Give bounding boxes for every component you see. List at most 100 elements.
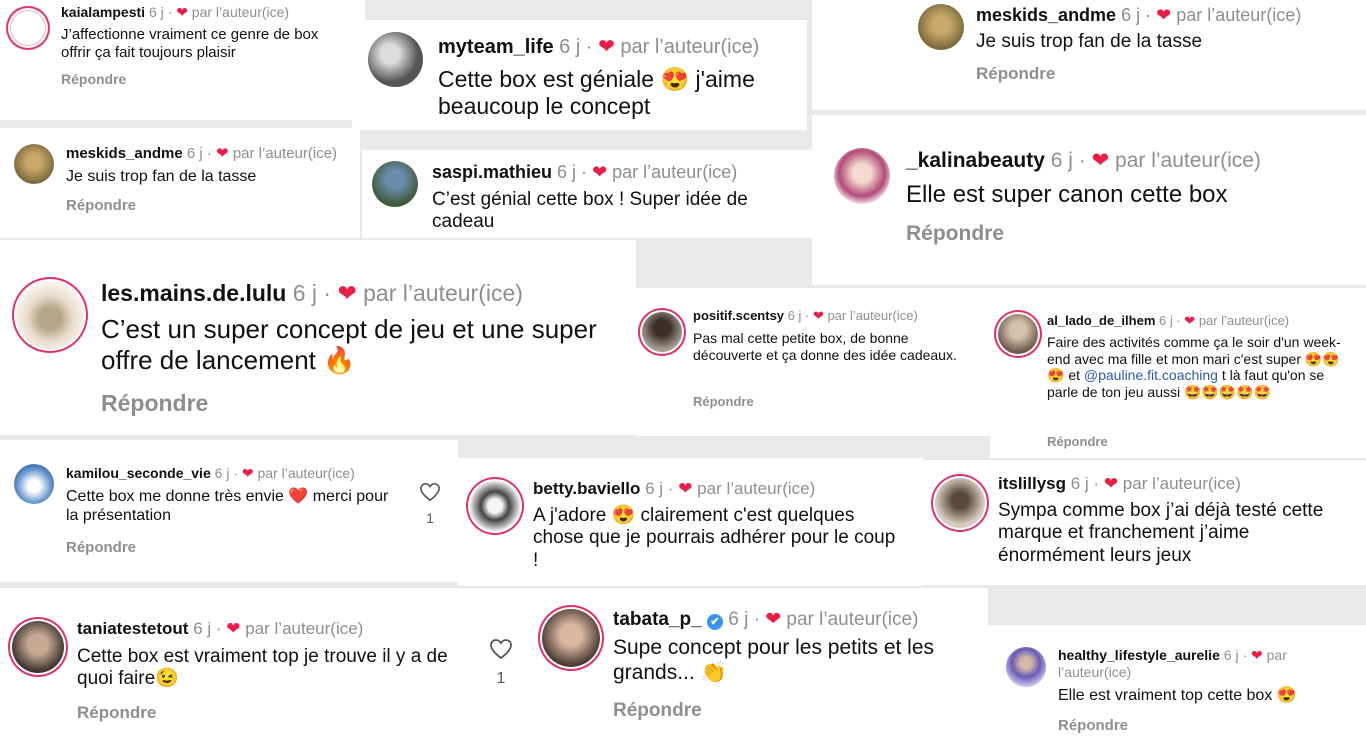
- avatar[interactable]: [998, 314, 1038, 354]
- heart-icon: ❤: [1091, 149, 1110, 172]
- username[interactable]: positif.scentsy: [693, 308, 784, 323]
- avatar[interactable]: [368, 32, 423, 87]
- avatar[interactable]: [10, 10, 46, 46]
- timestamp: 6 j ·: [1066, 474, 1104, 493]
- like-heart-icon[interactable]: [489, 638, 513, 660]
- username[interactable]: kamilou_seconde_vie: [66, 465, 211, 481]
- comment-header: myteam_life 6 j · ❤ par l’auteur(ice): [438, 34, 759, 59]
- comment-card-tabata_p_: tabata_p_ ✔ 6 j · ❤ par l’auteur(ice) Su…: [528, 588, 988, 750]
- heart-icon: ❤: [226, 619, 241, 638]
- author-like-label: par l’auteur(ice): [356, 280, 523, 306]
- avatar[interactable]: [935, 478, 985, 528]
- timestamp: 6 j ·: [182, 145, 217, 162]
- reply-button[interactable]: Répondre: [61, 71, 126, 87]
- comment-header: les.mains.de.lulu 6 j · ❤ par l’auteur(i…: [101, 280, 523, 307]
- heart-icon: ❤: [216, 145, 229, 162]
- comment-text: Sympa comme box j’ai déjà testé cette ma…: [998, 500, 1324, 566]
- comment-card-myteam_life: myteam_life 6 j · ❤ par l’auteur(ice) Ce…: [352, 20, 807, 130]
- author-like-label: par l’auteur(ice): [187, 4, 290, 20]
- reply-button[interactable]: Répondre: [613, 700, 702, 722]
- avatar[interactable]: [14, 464, 54, 504]
- reply-button[interactable]: Répondre: [906, 222, 1004, 246]
- comment-header: _kalinabeauty 6 j · ❤ par l’auteur(ice): [906, 148, 1261, 173]
- timestamp: 6 j ·: [722, 609, 766, 630]
- avatar[interactable]: [470, 481, 520, 531]
- author-like-label: par l’auteur(ice): [607, 162, 738, 182]
- reply-button[interactable]: Répondre: [1058, 717, 1128, 734]
- heart-icon: ❤: [1251, 647, 1263, 663]
- avatar[interactable]: [642, 312, 682, 352]
- comment-card-kaialampesti: kaialampesti 6 j · ❤ par l’auteur(ice) J…: [0, 0, 365, 120]
- heart-icon: ❤: [1184, 313, 1196, 328]
- comment-card-meskids_andme-top: meskids_andme 6 j · ❤ par l’auteur(ice) …: [812, 0, 1366, 110]
- timestamp: 6 j ·: [552, 162, 593, 182]
- heart-icon: ❤: [765, 609, 782, 630]
- like-heart-icon[interactable]: [419, 482, 441, 502]
- author-like-label: par l’auteur(ice): [1195, 313, 1290, 328]
- username[interactable]: meskids_andme: [66, 145, 183, 162]
- reply-button[interactable]: Répondre: [101, 390, 208, 417]
- timestamp: 6 j ·: [1219, 647, 1251, 663]
- comment-card-saspi.mathieu: saspi.mathieu 6 j · ❤ par l’auteur(ice) …: [362, 150, 812, 238]
- like-button[interactable]: 1: [485, 638, 517, 688]
- username[interactable]: healthy_lifestyle_aurelie: [1058, 647, 1220, 663]
- comment-header: betty.baviello 6 j · ❤ par l’auteur(ice): [533, 479, 815, 499]
- avatar[interactable]: [372, 161, 418, 207]
- username[interactable]: les.mains.de.lulu: [101, 280, 286, 306]
- timestamp: 6 j ·: [640, 479, 679, 498]
- comment-header: itslillysg 6 j · ❤ par l’auteur(ice): [998, 474, 1241, 494]
- author-like-label: par l’auteur(ice): [823, 308, 918, 323]
- timestamp: 6 j ·: [553, 36, 599, 58]
- comment-header: healthy_lifestyle_aurelie 6 j · ❤ par l’…: [1058, 647, 1328, 681]
- username[interactable]: _kalinabeauty: [906, 149, 1045, 172]
- comment-card-al_lado_de_ilhem: al_lado_de_ilhem 6 j · ❤ par l’auteur(ic…: [990, 288, 1366, 458]
- reply-button[interactable]: Répondre: [77, 703, 156, 723]
- reply-button[interactable]: Répondre: [66, 197, 136, 214]
- comment-text: Cette box est vraiment top je trouve il …: [77, 646, 448, 690]
- author-like-label: par l’auteur(ice): [692, 479, 816, 498]
- author-like-label: par l’auteur(ice): [1171, 5, 1302, 25]
- comment-header: positif.scentsy 6 j · ❤ par l’auteur(ice…: [693, 308, 918, 324]
- username[interactable]: myteam_life: [438, 36, 554, 58]
- username[interactable]: meskids_andme: [976, 5, 1116, 25]
- username[interactable]: tabata_p_: [613, 609, 702, 630]
- avatar[interactable]: [1006, 647, 1046, 687]
- comment-text: Cette box est géniale 😍 j'aime beaucoup …: [438, 66, 755, 120]
- timestamp: 6 j ·: [1044, 149, 1092, 172]
- timestamp: 6 j ·: [784, 308, 813, 323]
- reply-button[interactable]: Répondre: [976, 64, 1055, 84]
- avatar[interactable]: [14, 144, 54, 184]
- comment-header: al_lado_de_ilhem 6 j · ❤ par l’auteur(ic…: [1047, 313, 1289, 329]
- reply-button[interactable]: Répondre: [693, 394, 754, 409]
- mention-link[interactable]: @pauline.fit.coaching: [1084, 367, 1218, 383]
- username[interactable]: kaialampesti: [61, 4, 145, 20]
- comment-text: Faire des activités comme ça le soir d'u…: [1047, 334, 1352, 400]
- reply-button[interactable]: Répondre: [1047, 434, 1108, 449]
- like-button[interactable]: 1: [415, 482, 445, 526]
- username[interactable]: itslillysg: [998, 474, 1066, 493]
- comment-header: taniatestetout 6 j · ❤ par l’auteur(ice): [77, 619, 363, 639]
- username[interactable]: taniatestetout: [77, 619, 188, 638]
- reply-button[interactable]: Répondre: [66, 539, 136, 556]
- avatar[interactable]: [12, 621, 64, 673]
- comment-header: tabata_p_ ✔ 6 j · ❤ par l’auteur(ice): [613, 608, 918, 631]
- username[interactable]: betty.baviello: [533, 479, 640, 498]
- comment-card-itslillysg: itslillysg 6 j · ❤ par l’auteur(ice) Sym…: [923, 460, 1366, 585]
- comment-text: Je suis trop fan de la tasse: [66, 168, 257, 185]
- comment-text: Elle est super canon cette box: [906, 181, 1228, 208]
- avatar[interactable]: [16, 281, 84, 349]
- avatar[interactable]: [918, 4, 964, 50]
- author-like-label: par l’auteur(ice): [1109, 149, 1261, 172]
- username[interactable]: saspi.mathieu: [432, 162, 552, 182]
- comment-card-meskids_andme-left: meskids_andme 6 j · ❤ par l’auteur(ice) …: [0, 128, 360, 238]
- comment-text: Je suis trop fan de la tasse: [976, 31, 1203, 52]
- timestamp: 6 j ·: [1116, 5, 1157, 25]
- heart-icon: ❤: [592, 162, 608, 182]
- avatar[interactable]: [542, 609, 600, 667]
- timestamp: 6 j ·: [188, 619, 227, 638]
- timestamp: 6 j ·: [286, 280, 338, 306]
- username[interactable]: al_lado_de_ilhem: [1047, 313, 1155, 328]
- avatar[interactable]: [834, 148, 890, 204]
- comment-text: A j'adore 😍 clairement c'est quelques ch…: [533, 505, 896, 571]
- timestamp: 6 j ·: [1155, 313, 1185, 328]
